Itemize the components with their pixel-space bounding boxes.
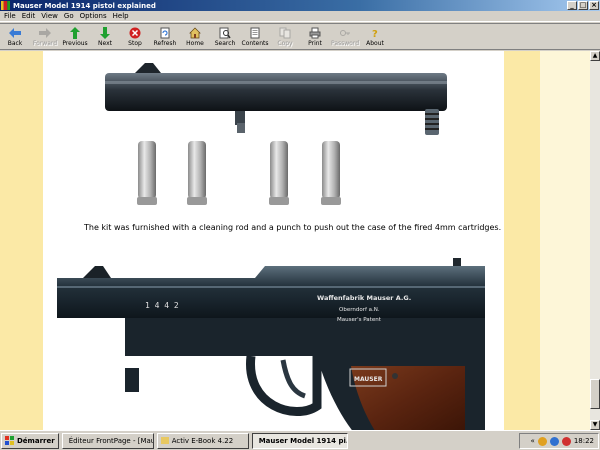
menu-help[interactable]: Help — [113, 12, 129, 20]
print-button[interactable]: Print — [300, 24, 330, 50]
task-label: Activ E-Book 4.22 — [171, 436, 234, 445]
previous-button[interactable]: Previous — [60, 24, 90, 50]
inscription-line2: Oberndorf a.N. — [339, 307, 380, 313]
menu-bar: File Edit View Go Options Help — [0, 11, 600, 22]
password-label: Password — [330, 40, 360, 47]
caption-text: The kit was furnished with a cleaning ro… — [84, 223, 502, 232]
menu-edit[interactable]: Edit — [22, 12, 36, 20]
start-label: Démarrer — [17, 436, 55, 445]
pistol-image: 1 4 4 2 Waffenfabrik Mauser A.G. Oberndo… — [57, 258, 485, 430]
forward-arrow-icon — [38, 26, 52, 39]
scroll-up-button[interactable]: ▲ — [590, 51, 600, 61]
cartridges-image — [137, 141, 341, 205]
tray-arrow-icon[interactable]: « — [531, 437, 535, 445]
mauser-logo: MAUSER — [354, 376, 383, 383]
task-label: Éditeur FrontPage - [Mau... — [68, 436, 154, 445]
back-arrow-icon — [8, 26, 22, 39]
down-arrow-icon — [98, 26, 112, 39]
contents-label: Contents — [241, 40, 269, 47]
cartridge — [137, 141, 157, 205]
up-arrow-icon — [68, 26, 82, 39]
search-label: Search — [214, 40, 236, 47]
home-icon — [188, 26, 202, 39]
stop-label: Stop — [128, 40, 142, 47]
toolbar: Back Forward Previous Next Stop Refresh … — [0, 23, 600, 50]
stop-icon — [128, 26, 142, 39]
title-bar: Mauser Model 1914 pistol explained _ □ × — [0, 0, 600, 11]
task-mauser[interactable]: Mauser Model 1914 pi... — [251, 432, 348, 449]
scroll-down-button[interactable]: ▼ — [590, 420, 600, 430]
tray-icon[interactable] — [549, 436, 559, 446]
forward-button[interactable]: Forward — [30, 24, 60, 50]
refresh-icon — [158, 26, 172, 39]
cartridge — [321, 141, 341, 205]
clock: 18:22 — [573, 437, 594, 445]
menu-options[interactable]: Options — [80, 12, 107, 20]
tray-icon[interactable] — [561, 436, 571, 446]
refresh-button[interactable]: Refresh — [150, 24, 180, 50]
previous-label: Previous — [62, 40, 88, 47]
password-button[interactable]: Password — [330, 24, 360, 50]
window-title: Mauser Model 1914 pistol explained — [13, 1, 156, 10]
taskbar: Démarrer Éditeur FrontPage - [Mau... Act… — [0, 430, 600, 450]
refresh-label: Refresh — [153, 40, 177, 47]
serial-number: 1 4 4 2 — [145, 301, 179, 310]
copy-label: Copy — [277, 40, 293, 47]
forward-label: Forward — [32, 40, 58, 47]
about-icon: ? — [368, 26, 382, 39]
system-tray: « 18:22 — [519, 433, 599, 449]
home-label: Home — [186, 40, 204, 47]
task-ebook[interactable]: Activ E-Book 4.22 — [156, 432, 249, 449]
cartridge — [269, 141, 289, 205]
tray-icon[interactable] — [537, 436, 547, 446]
cartridge — [187, 141, 207, 205]
menu-file[interactable]: File — [4, 12, 16, 20]
app-icon — [1, 1, 10, 10]
menu-view[interactable]: View — [41, 12, 58, 20]
contents-button[interactable]: Contents — [240, 24, 270, 50]
folder-icon — [160, 437, 169, 444]
stop-button[interactable]: Stop — [120, 24, 150, 50]
windows-logo-icon — [5, 436, 14, 445]
left-margin — [0, 51, 43, 430]
copy-button[interactable]: Copy — [270, 24, 300, 50]
search-icon — [218, 26, 232, 39]
page-content: The kit was furnished with a cleaning ro… — [0, 51, 590, 430]
print-label: Print — [308, 40, 322, 47]
task-frontpage[interactable]: Éditeur FrontPage - [Mau... — [61, 432, 154, 449]
right-margin-outer — [540, 51, 590, 430]
about-label: About — [366, 40, 384, 47]
menu-go[interactable]: Go — [64, 12, 74, 20]
about-button[interactable]: ? About — [360, 24, 390, 50]
next-label: Next — [98, 40, 112, 47]
contents-icon — [248, 26, 262, 39]
home-button[interactable]: Home — [180, 24, 210, 50]
inscription-line3: Mauser's Patent — [337, 317, 382, 323]
close-button[interactable]: × — [589, 1, 599, 10]
vertical-scrollbar[interactable]: ▲ ▼ — [590, 51, 600, 430]
back-button[interactable]: Back — [0, 24, 30, 50]
scroll-thumb[interactable] — [590, 379, 600, 409]
print-icon — [308, 26, 322, 39]
svg-text:?: ? — [372, 29, 378, 39]
task-label: Mauser Model 1914 pi... — [258, 436, 348, 445]
copy-icon — [278, 26, 292, 39]
inscription-line1: Waffenfabrik Mauser A.G. — [317, 294, 411, 302]
minimize-button[interactable]: _ — [567, 1, 577, 10]
back-label: Back — [7, 40, 23, 47]
maximize-button[interactable]: □ — [578, 1, 588, 10]
start-button[interactable]: Démarrer — [1, 432, 59, 449]
search-button[interactable]: Search — [210, 24, 240, 50]
right-margin — [504, 51, 540, 430]
next-button[interactable]: Next — [90, 24, 120, 50]
password-icon — [338, 26, 352, 39]
